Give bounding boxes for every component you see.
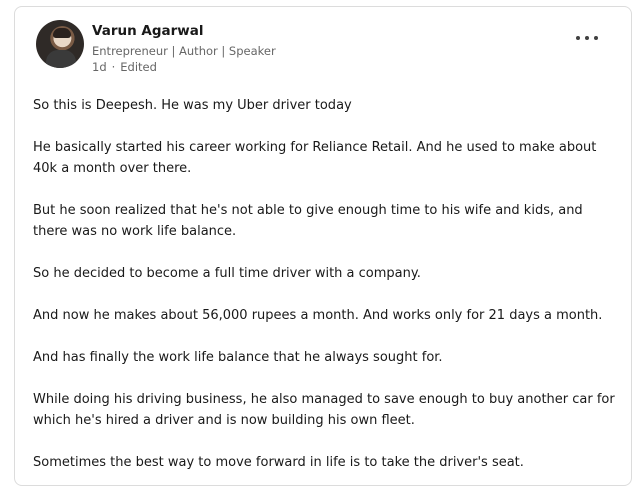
more-dot: [576, 36, 580, 40]
meta-separator: ·: [111, 60, 116, 74]
post-paragraph: But he soon realized that he's not able …: [33, 203, 583, 239]
more-options-icon[interactable]: [573, 29, 601, 47]
post-paragraph: And has finally the work life balance th…: [33, 350, 443, 365]
more-dot: [585, 36, 589, 40]
post-paragraph: So this is Deepesh. He was my Uber drive…: [33, 98, 352, 113]
post-meta: 1d · Edited: [92, 60, 157, 74]
more-dot: [594, 36, 598, 40]
author-name[interactable]: Varun Agarwal: [92, 23, 204, 39]
author-headline: Entrepreneur | Author | Speaker: [92, 44, 276, 58]
post-card: Varun Agarwal Entrepreneur | Author | Sp…: [14, 6, 632, 486]
post-paragraph: Sometimes the best way to move forward i…: [33, 455, 524, 470]
post-paragraph: While doing his driving business, he als…: [33, 392, 615, 428]
author-avatar[interactable]: [36, 20, 84, 68]
avatar-hair: [53, 28, 71, 38]
post-body: So this is Deepesh. He was my Uber drive…: [33, 95, 618, 494]
post-time: 1d: [92, 60, 107, 74]
avatar-shirt: [46, 50, 76, 68]
post-paragraph: And now he makes about 56,000 rupees a m…: [33, 308, 603, 323]
post-paragraph: So he decided to become a full time driv…: [33, 266, 421, 281]
edited-label: Edited: [120, 60, 157, 74]
post-paragraph: He basically started his career working …: [33, 140, 597, 176]
